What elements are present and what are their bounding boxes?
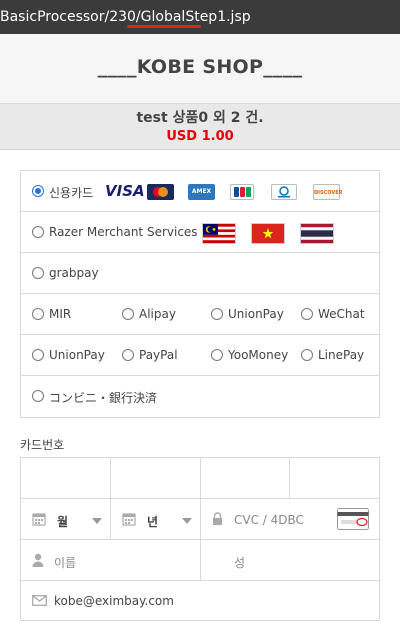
order-summary: test 상품0 외 2 건. USD 1.00 (0, 104, 400, 150)
name-placeholder: 이름 (54, 556, 77, 570)
label-konbini: コンビニ・銀行決済 (49, 391, 158, 405)
card-number-label: 카드번호 (20, 438, 65, 452)
order-amount: USD 1.00 (166, 129, 234, 144)
mastercard-logo (147, 184, 174, 200)
expiry-month-value: 월 (57, 515, 69, 529)
email-input[interactable]: kobe@eximbay.com (21, 581, 379, 620)
radio-credit-card[interactable] (32, 185, 44, 197)
malaysia-flag-icon (202, 223, 236, 244)
method-row-konbini: コンビニ・銀行決済 (21, 376, 379, 417)
name-input[interactable]: 이름 (21, 540, 201, 581)
card-number-input-4[interactable] (290, 458, 379, 499)
amex-logo: AMEX (188, 184, 215, 200)
radio-paypal[interactable] (122, 349, 134, 361)
label-paypal: PayPal (139, 348, 178, 362)
lock-icon (213, 512, 222, 525)
surname-input[interactable]: 성 (201, 540, 379, 581)
label-credit-card: 신용카드 (49, 186, 94, 200)
cvc-input[interactable]: CVC / 4DBC (201, 499, 379, 540)
diners-logo (271, 184, 297, 200)
cvc-placeholder: CVC / 4DBC (234, 513, 304, 527)
expiry-month-select[interactable]: 월 (21, 499, 111, 540)
radio-linepay[interactable] (301, 349, 313, 361)
calendar-icon (32, 513, 46, 526)
card-form: 월 년 CVC / 4DBC 이름 성 kobe@eximbay.com (20, 457, 380, 621)
card-cvc-icon (337, 508, 369, 530)
order-product-text: test 상품0 외 2 건. (136, 110, 264, 126)
label-unionpay-2: UnionPay (49, 348, 105, 362)
method-row-razer: Razer Merchant Services (21, 212, 379, 253)
visa-logo: VISA (105, 182, 145, 200)
radio-alipay[interactable] (122, 308, 134, 320)
label-unionpay-1: UnionPay (228, 307, 284, 321)
label-linepay: LinePay (318, 348, 365, 362)
discover-logo: DISCOVER (313, 184, 343, 200)
label-razer: Razer Merchant Services (49, 225, 198, 239)
chevron-down-icon (92, 518, 102, 524)
payment-methods: 신용카드 VISA AMEX DISCOVER Razer Merchant S… (20, 170, 380, 418)
radio-grabpay[interactable] (32, 267, 44, 279)
chevron-down-icon (182, 518, 192, 524)
thailand-flag-icon (300, 223, 334, 244)
jcb-logo (230, 184, 254, 200)
card-number-input-1[interactable] (21, 458, 111, 499)
surname-placeholder: 성 (234, 556, 246, 570)
method-row-4: MIR Alipay UnionPay WeChat (21, 294, 379, 335)
user-icon (32, 553, 44, 567)
url-suffix: .jsp (226, 9, 251, 25)
expiry-year-value: 년 (147, 515, 159, 529)
shop-header: ____KOBE SHOP____ (0, 34, 400, 104)
expiry-year-select[interactable]: 년 (111, 499, 201, 540)
card-number-input-3[interactable] (201, 458, 290, 499)
radio-mir[interactable] (32, 308, 44, 320)
envelope-icon (32, 595, 47, 606)
method-row-credit-card: 신용카드 VISA AMEX DISCOVER (21, 171, 379, 212)
calendar-icon (122, 513, 136, 526)
label-wechat: WeChat (318, 307, 365, 321)
method-row-grabpay: grabpay (21, 253, 379, 294)
shop-title: ____KOBE SHOP____ (97, 56, 303, 78)
label-alipay: Alipay (139, 307, 176, 321)
url-highlight: GlobalStep1 (140, 9, 227, 25)
address-bar[interactable]: BasicProcessor/230/GlobalStep1.jsp (0, 0, 400, 34)
radio-konbini[interactable] (32, 390, 44, 402)
radio-yoomoney[interactable] (211, 349, 223, 361)
method-row-5: UnionPay PayPal YooMoney LinePay (21, 335, 379, 376)
url-underline-mark (127, 25, 201, 28)
label-mir: MIR (49, 307, 72, 321)
label-yoomoney: YooMoney (228, 348, 289, 362)
label-grabpay: grabpay (49, 266, 99, 280)
radio-wechat[interactable] (301, 308, 313, 320)
radio-unionpay-2[interactable] (32, 349, 44, 361)
vietnam-flag-icon (251, 223, 285, 244)
email-value: kobe@eximbay.com (54, 594, 174, 608)
radio-razer[interactable] (32, 226, 44, 238)
card-number-input-2[interactable] (111, 458, 201, 499)
radio-unionpay-1[interactable] (211, 308, 223, 320)
url-prefix: BasicProcessor/230/ (0, 9, 141, 25)
